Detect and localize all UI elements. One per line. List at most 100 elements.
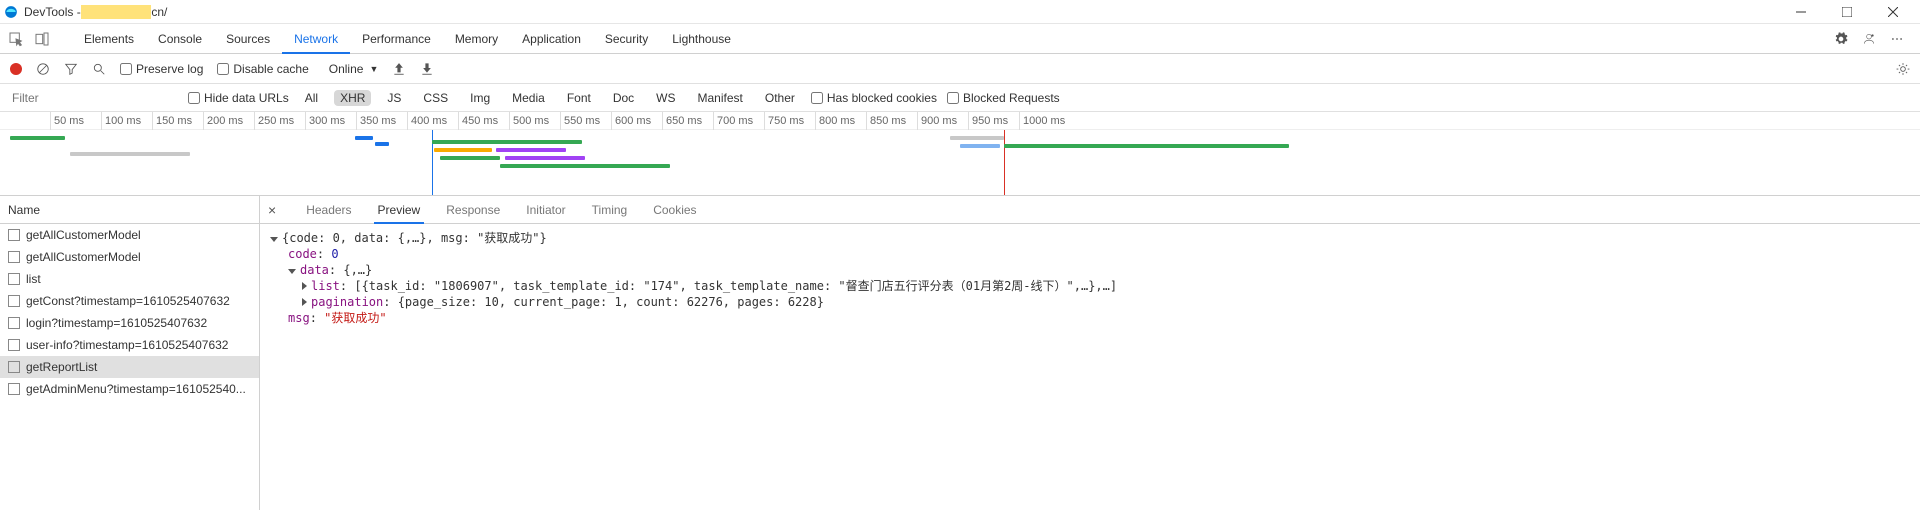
- timeline-tick: 800 ms: [815, 112, 855, 130]
- subtab-timing[interactable]: Timing: [588, 196, 632, 224]
- timeline-tick: 900 ms: [917, 112, 957, 130]
- device-toggle-icon[interactable]: [34, 31, 50, 47]
- preview-panel[interactable]: {code: 0, data: {,…}, msg: "获取成功"} code:…: [260, 224, 1920, 510]
- request-row[interactable]: getReportList: [0, 356, 259, 378]
- maximize-button[interactable]: [1824, 0, 1870, 24]
- subtab-response[interactable]: Response: [442, 196, 504, 224]
- tab-performance[interactable]: Performance: [350, 24, 443, 54]
- tab-sources[interactable]: Sources: [214, 24, 282, 54]
- type-filter-media[interactable]: Media: [506, 90, 551, 106]
- json-key-code: code: [288, 247, 317, 261]
- filter-input[interactable]: [8, 88, 178, 108]
- json-key-pagination: pagination: [311, 295, 383, 309]
- clear-button[interactable]: [36, 62, 50, 76]
- request-row-checkbox: [8, 361, 20, 373]
- request-row-checkbox: [8, 383, 20, 395]
- type-filter-img[interactable]: Img: [464, 90, 496, 106]
- request-row[interactable]: login?timestamp=1610525407632: [0, 312, 259, 334]
- subtab-preview[interactable]: Preview: [374, 196, 425, 224]
- tab-application[interactable]: Application: [510, 24, 593, 54]
- type-filter-font[interactable]: Font: [561, 90, 597, 106]
- timeline-tick: 50 ms: [50, 112, 84, 130]
- request-row[interactable]: getAllCustomerModel: [0, 246, 259, 268]
- timeline-tick: 600 ms: [611, 112, 651, 130]
- request-row[interactable]: getConst?timestamp=1610525407632: [0, 290, 259, 312]
- request-list-header[interactable]: Name: [0, 196, 259, 224]
- preserve-log-checkbox[interactable]: Preserve log: [120, 62, 203, 76]
- type-filters: All XHR JS CSS Img Media Font Doc WS Manifest Othe…: [299, 90, 801, 106]
- request-row-checkbox: [8, 317, 20, 329]
- request-row-checkbox: [8, 229, 20, 241]
- inspect-icon[interactable]: [8, 31, 24, 47]
- timeline-tick: 350 ms: [356, 112, 396, 130]
- window-title-prefix: DevTools -: [24, 5, 81, 19]
- json-key-list: list: [311, 279, 340, 293]
- search-icon[interactable]: [92, 62, 106, 76]
- timeline-tick: 300 ms: [305, 112, 345, 130]
- disable-cache-checkbox[interactable]: Disable cache: [217, 62, 308, 76]
- upload-icon[interactable]: [392, 62, 406, 76]
- window-title-url: [81, 5, 152, 19]
- request-row-checkbox: [8, 251, 20, 263]
- json-val-code: 0: [331, 247, 338, 261]
- timeline-bar: [500, 164, 670, 168]
- timeline-tick: 1000 ms: [1019, 112, 1065, 130]
- request-row[interactable]: getAdminMenu?timestamp=161052540...: [0, 378, 259, 400]
- close-detail-button[interactable]: ×: [268, 202, 284, 218]
- throttling-value: Online: [329, 62, 364, 76]
- timeline-bar: [432, 140, 582, 144]
- account-icon[interactable]: [1862, 32, 1876, 46]
- request-row-name: list: [26, 268, 41, 290]
- request-row[interactable]: user-info?timestamp=1610525407632: [0, 334, 259, 356]
- type-filter-other[interactable]: Other: [759, 90, 801, 106]
- subtab-initiator[interactable]: Initiator: [522, 196, 569, 224]
- more-icon[interactable]: [1890, 32, 1904, 46]
- blocked-requests-checkbox[interactable]: Blocked Requests: [947, 91, 1060, 105]
- request-detail: × Headers Preview Response Initiator Timing C…: [260, 196, 1920, 510]
- settings-icon[interactable]: [1834, 32, 1848, 46]
- close-window-button[interactable]: [1870, 0, 1916, 24]
- tab-security[interactable]: Security: [593, 24, 660, 54]
- type-filter-doc[interactable]: Doc: [607, 90, 640, 106]
- type-filter-all[interactable]: All: [299, 90, 324, 106]
- type-filter-js[interactable]: JS: [381, 90, 407, 106]
- has-blocked-cookies-label: Has blocked cookies: [827, 91, 937, 105]
- blocked-requests-label: Blocked Requests: [963, 91, 1060, 105]
- timeline-tick: 550 ms: [560, 112, 600, 130]
- subtab-cookies[interactable]: Cookies: [649, 196, 700, 224]
- minimize-button[interactable]: [1778, 0, 1824, 24]
- json-key-data: data: [300, 263, 329, 277]
- timeline-bar: [960, 144, 1000, 148]
- request-row-checkbox: [8, 295, 20, 307]
- hide-data-urls-checkbox[interactable]: Hide data URLs: [188, 91, 289, 105]
- request-row[interactable]: getAllCustomerModel: [0, 224, 259, 246]
- has-blocked-cookies-checkbox[interactable]: Has blocked cookies: [811, 91, 937, 105]
- detail-subtabs: × Headers Preview Response Initiator Timing C…: [260, 196, 1920, 224]
- tab-network[interactable]: Network: [282, 24, 350, 54]
- timeline-bar: [375, 142, 389, 146]
- hide-data-urls-label: Hide data URLs: [204, 91, 289, 105]
- type-filter-css[interactable]: CSS: [417, 90, 454, 106]
- subtab-headers[interactable]: Headers: [302, 196, 355, 224]
- request-row[interactable]: list: [0, 268, 259, 290]
- type-filter-manifest[interactable]: Manifest: [692, 90, 749, 106]
- type-filter-ws[interactable]: WS: [650, 90, 681, 106]
- tab-lighthouse[interactable]: Lighthouse: [660, 24, 743, 54]
- filter-icon[interactable]: [64, 62, 78, 76]
- tab-memory[interactable]: Memory: [443, 24, 510, 54]
- timeline-tick: 950 ms: [968, 112, 1008, 130]
- tab-console[interactable]: Console: [146, 24, 214, 54]
- type-filter-xhr[interactable]: XHR: [334, 90, 371, 106]
- request-row-name: user-info?timestamp=1610525407632: [26, 334, 228, 356]
- network-timeline[interactable]: 50 ms100 ms150 ms200 ms250 ms300 ms350 m…: [0, 112, 1920, 196]
- timeline-tick: 250 ms: [254, 112, 294, 130]
- timeline-bar: [10, 136, 65, 140]
- record-button[interactable]: [10, 63, 22, 75]
- network-settings-icon[interactable]: [1896, 62, 1910, 76]
- network-toolbar: Preserve log Disable cache Online ▼: [0, 54, 1920, 84]
- request-row-checkbox: [8, 273, 20, 285]
- throttling-dropdown[interactable]: Online ▼: [323, 62, 379, 76]
- json-val-list: [{task_id: "1806907", task_template_id: …: [354, 279, 1117, 293]
- tab-elements[interactable]: Elements: [72, 24, 146, 54]
- download-icon[interactable]: [420, 62, 434, 76]
